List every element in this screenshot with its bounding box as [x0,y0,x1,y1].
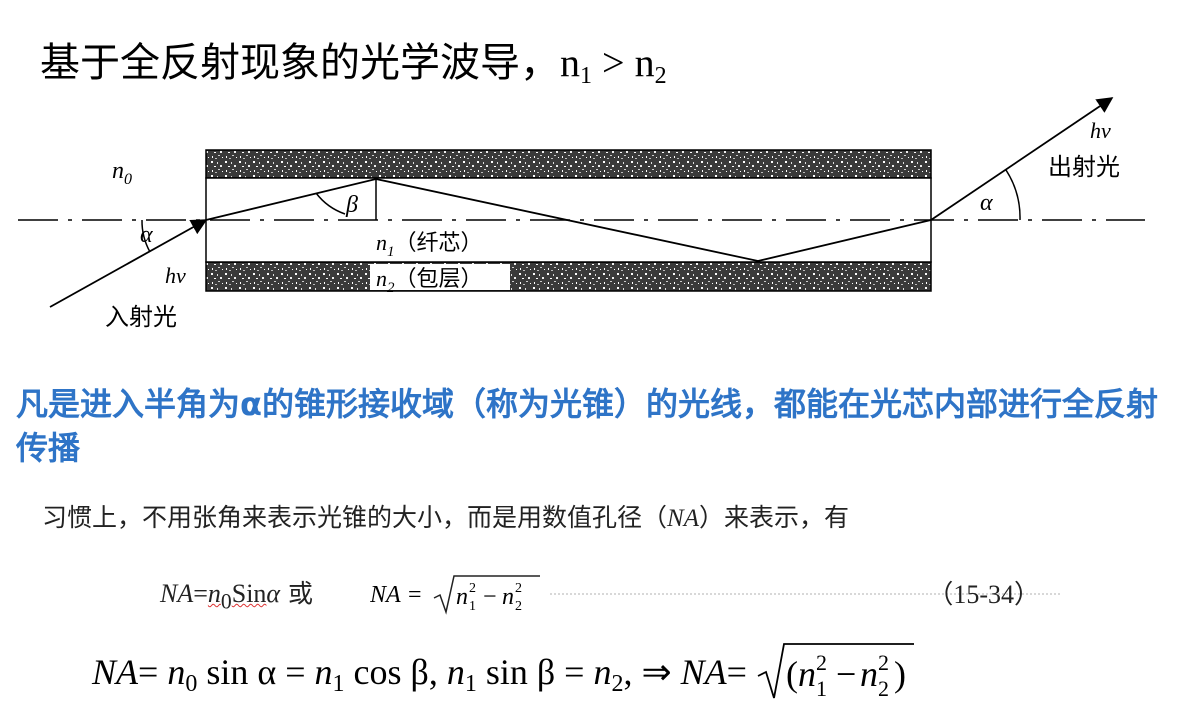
svg-text:2: 2 [816,650,827,675]
highlight-statement: 凡是进入半角为α的锥形接收域（称为光锥）的光线，都能在光芯内部进行全反射传播 [16,385,1158,467]
svg-text:NA: NA [370,582,401,608]
hv-in-label: hν [165,263,186,288]
svg-text:2: 2 [515,599,522,614]
svg-text:2: 2 [515,581,522,596]
svg-text:): ) [894,654,906,694]
cladding-bottom [205,261,932,292]
na-sin-formula: NA=n0Sinα 或 [160,579,314,614]
out-light-label: 出射光 [1048,153,1120,181]
svg-text:2: 2 [878,650,889,675]
svg-text:=: = [408,582,422,608]
svg-text:−: − [483,584,497,610]
beta-label: β [345,192,358,218]
title-text: 基于全反射现象的光学波导， [40,40,560,86]
alpha-right-label: α [980,190,993,216]
svg-text:−: − [836,654,856,694]
hv-out-label: hν [1090,118,1111,143]
cladding-top [205,149,932,179]
svg-text:(: ( [786,654,798,694]
n0-label: n0 [112,158,132,188]
svg-text:1: 1 [469,599,476,614]
na-sqrt-formula: NA = n 2 1 − n 2 2 [369,568,550,625]
svg-text:1: 1 [816,676,827,701]
na-sqrt-svg: NA = n 2 1 − n 2 2 [369,575,540,615]
svg-text:n: n [798,654,816,694]
waveguide-diagram: n0 α β hν 入射光 n1（纤芯） n2（包层） hν 出射光 α [18,97,1145,331]
title-math: n1 > n2 [560,40,667,90]
svg-text:2: 2 [878,676,889,701]
svg-text:n: n [860,654,878,694]
alpha-arc-right [1005,169,1021,221]
svg-text:n: n [456,584,468,610]
in-light-label: 入射光 [105,303,177,331]
equation-number: （15-34） [927,580,1040,609]
intro-sentence: 习惯上，不用张角来表示光锥的大小，而是用数值孔径（NA）来表示，有 [42,503,849,532]
formula-15-34: NA=n0Sinα 或 NA = n 2 1 − n 2 2 （15-34） [160,568,1060,618]
svg-text:2: 2 [469,581,476,596]
alpha-left-label: α [140,222,153,248]
sqrt-n1-n2: ( n 2 1 − n 2 2 ) [757,643,914,701]
svg-text:n: n [502,584,514,610]
na-derivation-formula: NA= n0 sin α = n1 cos β, n1 sin β = n2, … [92,640,932,710]
